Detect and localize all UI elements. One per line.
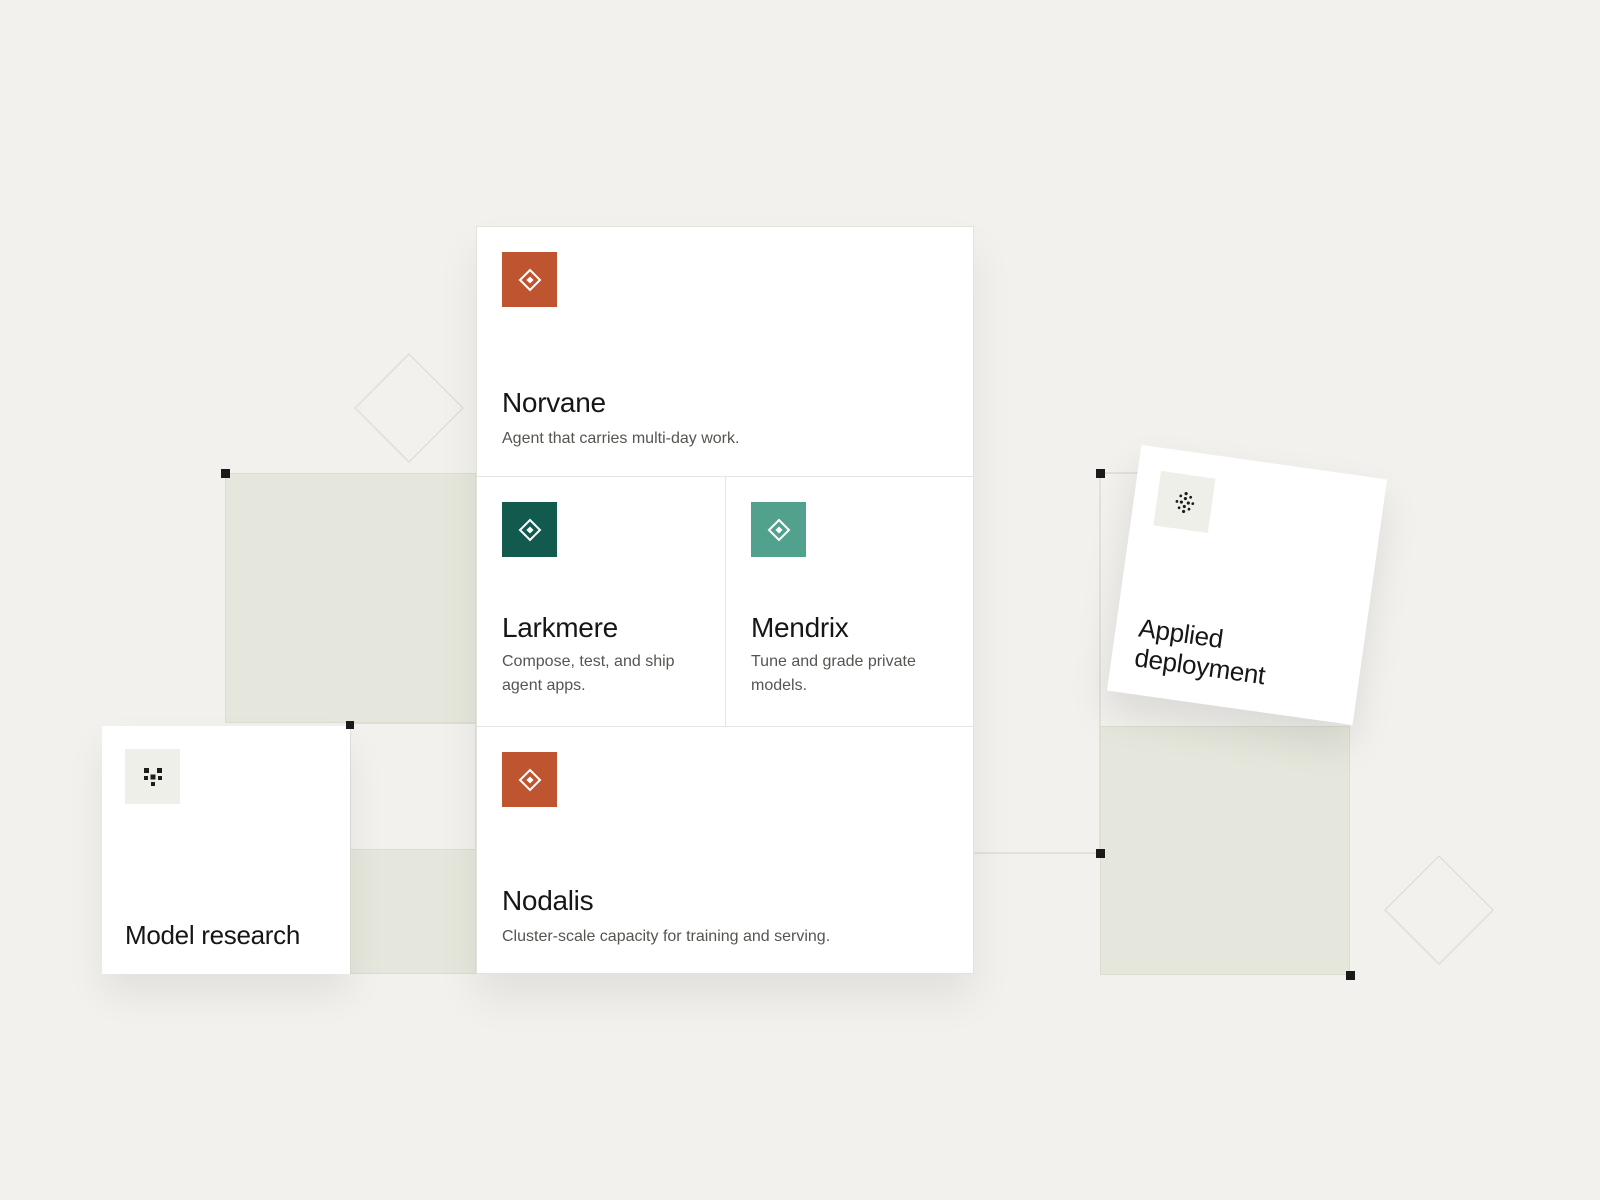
product-title: Mendrix bbox=[751, 612, 849, 643]
applied-deployment-tile[interactable]: Applied deployment bbox=[1106, 444, 1388, 726]
diamond-icon bbox=[751, 502, 806, 557]
product-card-mendrix[interactable]: Mendrix Tune and grade private models. bbox=[726, 477, 974, 726]
selection-handle[interactable] bbox=[1096, 469, 1105, 478]
diamond-icon bbox=[502, 502, 557, 557]
tile-title: Model research bbox=[125, 920, 300, 950]
diagram-canvas: Norvane Agent that carries multi-day wor… bbox=[0, 0, 1600, 1200]
tile-title: Applied deployment bbox=[1132, 612, 1268, 691]
product-description: Agent that carries multi-day work. bbox=[502, 430, 740, 447]
product-panel: Norvane Agent that carries multi-day wor… bbox=[476, 226, 974, 974]
dot-grid-icon bbox=[125, 749, 180, 804]
dot-cluster-icon bbox=[1153, 470, 1216, 534]
product-title: Larkmere bbox=[502, 612, 618, 643]
product-card-norvane[interactable]: Norvane Agent that carries multi-day wor… bbox=[477, 227, 974, 476]
product-card-nodalis[interactable]: Nodalis Cluster-scale capacity for train… bbox=[477, 727, 974, 974]
product-title: Nodalis bbox=[502, 885, 594, 916]
product-description: Tune and grade private models. bbox=[751, 653, 916, 694]
background-block-left-lower bbox=[350, 849, 476, 974]
background-block-left-middle bbox=[350, 723, 476, 850]
diamond-icon bbox=[502, 252, 557, 307]
decorative-diamond-left bbox=[354, 353, 464, 463]
diamond-icon bbox=[502, 752, 557, 807]
decorative-diamond-right bbox=[1384, 855, 1494, 965]
selection-handle[interactable] bbox=[1096, 849, 1105, 858]
product-description: Cluster-scale capacity for training and … bbox=[502, 928, 831, 945]
background-block-left-upper bbox=[225, 473, 476, 723]
product-description: Compose, test, and ship agent apps. bbox=[502, 653, 675, 694]
selection-handle[interactable] bbox=[221, 469, 230, 478]
model-research-tile[interactable]: Model research bbox=[102, 726, 350, 974]
background-block-right bbox=[1100, 726, 1350, 975]
selection-handle[interactable] bbox=[346, 721, 354, 729]
product-card-larkmere[interactable]: Larkmere Compose, test, and ship agent a… bbox=[477, 477, 725, 726]
selection-handle[interactable] bbox=[1346, 971, 1355, 980]
product-title: Norvane bbox=[502, 387, 606, 418]
